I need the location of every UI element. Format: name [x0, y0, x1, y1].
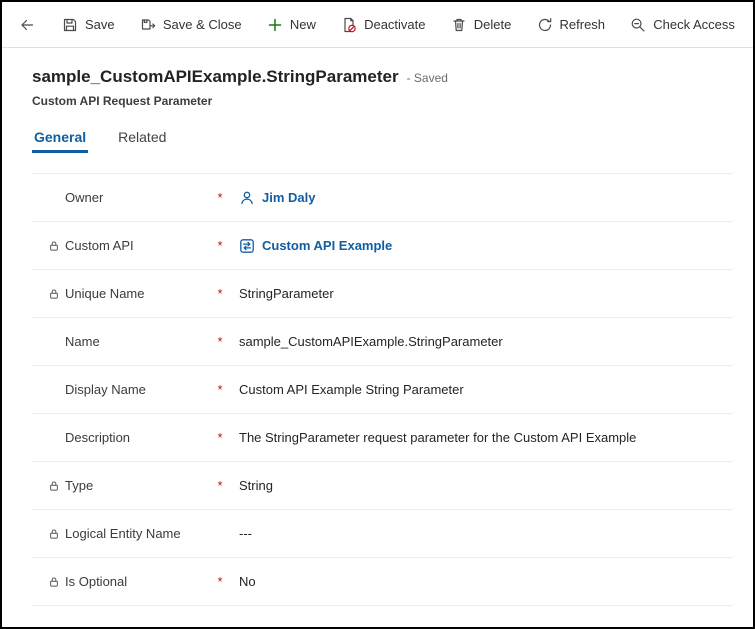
field-value: String — [239, 478, 273, 493]
field-label: Logical Entity Name — [65, 526, 207, 541]
required-asterisk: * — [207, 286, 233, 301]
tab-related[interactable]: Related — [116, 127, 168, 153]
entity-type-label: Custom API Request Parameter — [32, 93, 723, 109]
check-access-icon — [630, 17, 646, 33]
plus-icon — [267, 17, 283, 33]
field-label: Custom API — [65, 238, 207, 253]
required-asterisk: * — [207, 430, 233, 445]
lock-icon — [48, 288, 65, 300]
required-asterisk: * — [207, 574, 233, 589]
form-field-row: Unique Name * StringParameter — [32, 270, 733, 318]
field-value[interactable]: Jim Daly — [239, 190, 315, 206]
delete-button[interactable]: Delete — [447, 11, 516, 39]
field-value[interactable]: sample_CustomAPIExample.StringParameter — [239, 334, 503, 349]
save-close-icon — [140, 17, 156, 33]
form-field-row: Type * String — [32, 462, 733, 510]
form-field-row: Logical Entity Name * --- — [32, 510, 733, 558]
field-value[interactable]: Custom API Example — [239, 238, 392, 254]
command-bar: Save Save & Close New Deactivate Delete … — [2, 2, 753, 48]
field-value: --- — [239, 526, 252, 541]
form-field-row: Custom API * Custom API Example — [32, 222, 733, 270]
field-value: No — [239, 574, 256, 589]
field-label: Name — [65, 334, 207, 349]
form-section: Owner * Jim Daly Custom API * Custom API… — [32, 173, 733, 606]
field-label: Type — [65, 478, 207, 493]
tab-general[interactable]: General — [32, 127, 88, 153]
field-value: StringParameter — [239, 286, 334, 301]
deactivate-icon — [341, 17, 357, 33]
lock-icon — [48, 240, 65, 252]
required-asterisk: * — [207, 382, 233, 397]
field-label: Owner — [65, 190, 207, 205]
refresh-icon — [537, 17, 553, 33]
required-asterisk: * — [207, 238, 233, 253]
lock-icon — [48, 528, 65, 540]
save-and-close-button[interactable]: Save & Close — [136, 11, 246, 39]
refresh-button[interactable]: Refresh — [533, 11, 610, 39]
field-label: Display Name — [65, 382, 207, 397]
form-field-row: Display Name * Custom API Example String… — [32, 366, 733, 414]
required-asterisk: * — [207, 334, 233, 349]
delete-icon — [451, 17, 467, 33]
save-status: - Saved — [407, 71, 448, 85]
page-title: sample_CustomAPIExample.StringParameter — [32, 66, 399, 88]
app-window: Save Save & Close New Deactivate Delete … — [0, 0, 755, 629]
record-header: sample_CustomAPIExample.StringParameter … — [2, 48, 753, 109]
required-asterisk: * — [207, 478, 233, 493]
save-button[interactable]: Save — [58, 11, 119, 39]
form-field-row: Description * The StringParameter reques… — [32, 414, 733, 462]
new-button[interactable]: New — [263, 11, 320, 39]
lock-icon — [48, 576, 65, 588]
lock-icon — [48, 480, 65, 492]
field-label: Is Optional — [65, 574, 207, 589]
form-field-row: Owner * Jim Daly — [32, 174, 733, 222]
required-asterisk: * — [207, 190, 233, 205]
back-button[interactable] — [10, 8, 44, 42]
check-access-button[interactable]: Check Access — [626, 11, 739, 39]
command-list: Save Save & Close New Deactivate Delete … — [58, 11, 739, 39]
title-row: sample_CustomAPIExample.StringParameter … — [32, 66, 723, 88]
custom-api-icon — [239, 238, 255, 254]
back-arrow-icon — [19, 17, 35, 33]
field-label: Description — [65, 430, 207, 445]
deactivate-button[interactable]: Deactivate — [337, 11, 429, 39]
field-label: Unique Name — [65, 286, 207, 301]
field-value[interactable]: Custom API Example String Parameter — [239, 382, 464, 397]
save-icon — [62, 17, 78, 33]
person-icon — [239, 190, 255, 206]
field-value[interactable]: The StringParameter request parameter fo… — [239, 430, 636, 445]
tab-strip: General Related — [2, 127, 753, 153]
form-field-row: Name * sample_CustomAPIExample.StringPar… — [32, 318, 733, 366]
form-field-row: Is Optional * No — [32, 558, 733, 606]
